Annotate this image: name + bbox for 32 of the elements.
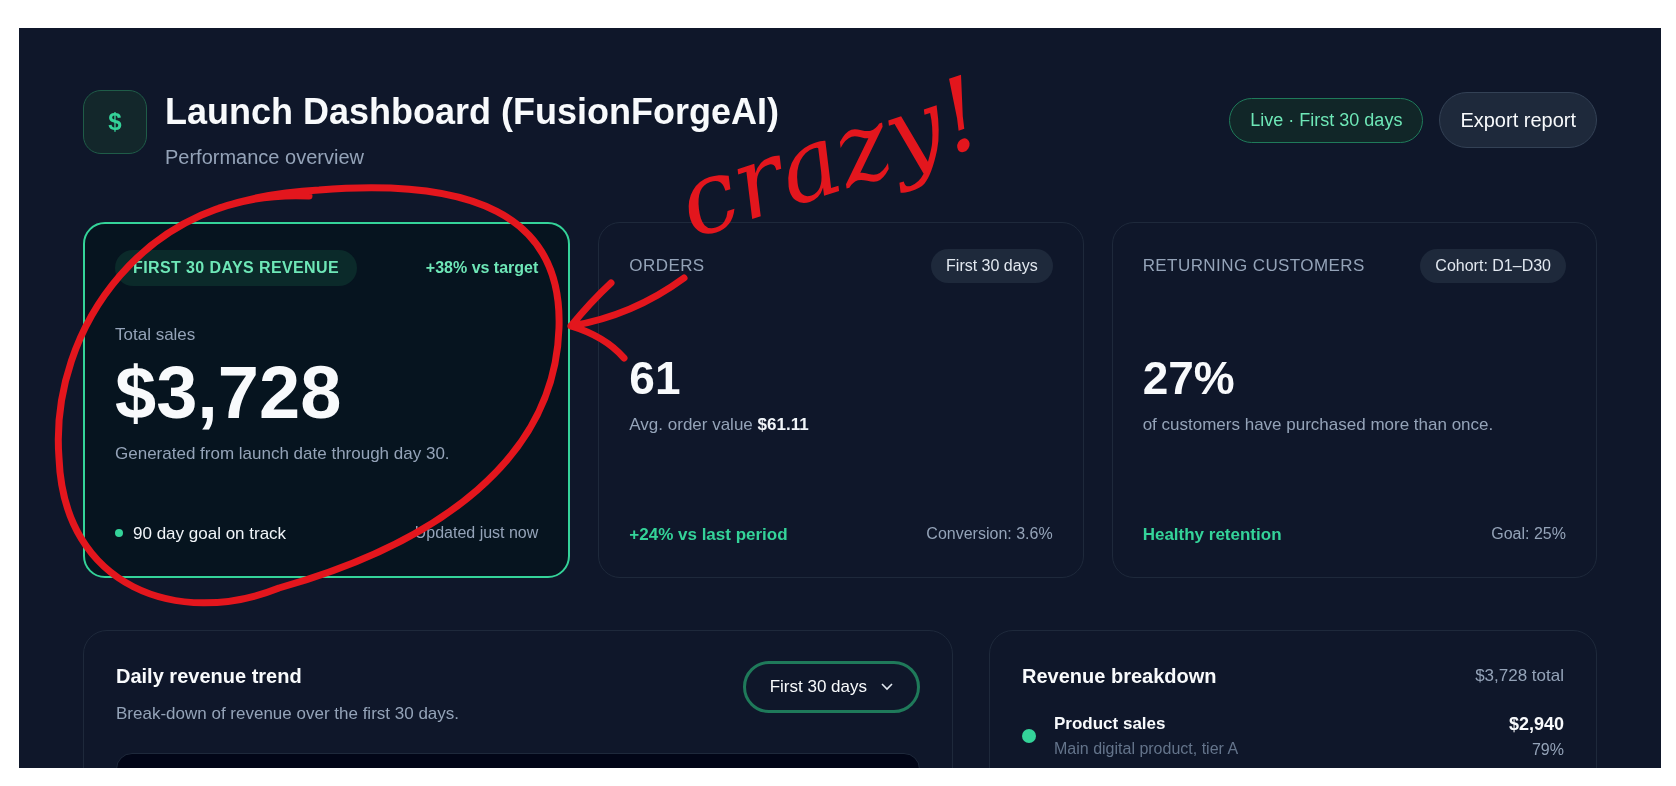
live-badge: Live · First 30 days — [1229, 97, 1424, 143]
page-subtitle: Performance overview — [165, 145, 365, 170]
card-description: of customers have purchased more than once. — [1142, 413, 1495, 436]
period-badge: First 30 days — [931, 249, 1053, 283]
trend-note: Healthy retention — [1142, 523, 1282, 546]
card-value: 27% — [1142, 353, 1236, 404]
range-select[interactable]: First 30 days — [742, 661, 920, 713]
goal-status: 90 day goal on track — [133, 522, 287, 545]
panel-title: Revenue breakdown — [1022, 664, 1217, 689]
card-value: 61 — [629, 353, 682, 404]
category-detail: Main digital product, tier A — [1054, 738, 1240, 759]
target-delta: +38% vs target — [425, 258, 539, 278]
card-value: $3,728 — [115, 351, 343, 433]
breakdown-total: $3,728 total — [1475, 665, 1564, 688]
footer-note: Conversion: 3.6% — [926, 524, 1053, 545]
panel-subtitle: Break-down of revenue over the first 30 days. — [116, 703, 459, 725]
category-name: Product sales — [1054, 713, 1167, 735]
export-button[interactable]: Export report — [1439, 92, 1597, 148]
card-label: RETURNING CUSTOMERS — [1142, 255, 1365, 278]
card-label-pill: FIRST 30 DAYS REVENUE — [115, 250, 358, 286]
card-label: ORDERS — [629, 255, 705, 278]
footer-note: Goal: 25% — [1491, 524, 1566, 545]
period-badge: Cohort: D1–D30 — [1420, 249, 1566, 283]
chevron-down-icon — [881, 682, 893, 691]
card-caption: Total sales — [115, 324, 197, 346]
trend-note: +24% vs last period — [629, 523, 788, 546]
card-description: Generated from launch date through day 30. — [115, 442, 451, 465]
category-share: 79% — [1531, 740, 1564, 760]
category-amount: $2,940 — [1508, 713, 1564, 736]
card-description: Avg. order value $61.11 — [629, 413, 810, 436]
dollar-icon: $ — [83, 90, 147, 154]
panel-title: Daily revenue trend — [116, 664, 303, 689]
